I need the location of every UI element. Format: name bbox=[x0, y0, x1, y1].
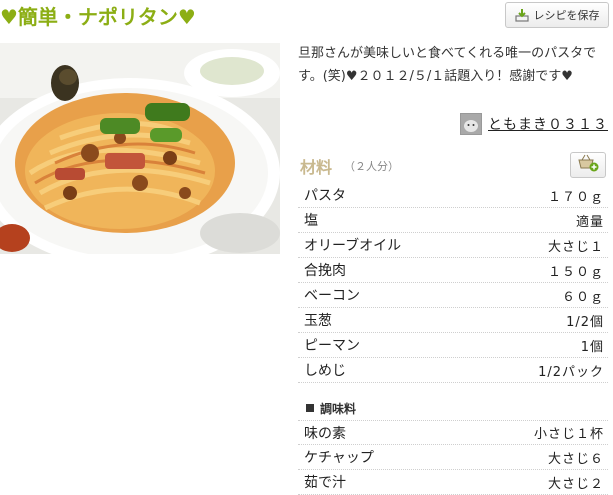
ingredient-list: パスタ １７０ｇ 塩適量 オリーブオイル 大さじ１ 合挽肉 １５０ｇ ベーコン ６０ｇ … bbox=[298, 183, 608, 383]
ingredient-row: ケチャップ 大さじ６ bbox=[298, 445, 608, 470]
ingredient-name: 味の素 bbox=[304, 425, 346, 442]
ingredient-name: しめじ bbox=[304, 363, 346, 379]
ingredient-quantity: 1/2個 bbox=[566, 314, 604, 330]
ingredient-name: 合挽肉 bbox=[304, 263, 346, 279]
seasoning-list: 味の素 小さじ１杯 ケチャップ 大さじ６ 茹で汁 大さじ２ bbox=[298, 420, 608, 495]
ingredient-quantity: ６０ｇ bbox=[561, 289, 604, 305]
ingredient-quantity: 大さじ２ bbox=[547, 476, 604, 492]
square-bullet-icon bbox=[306, 404, 314, 412]
save-recipe-label: レシピを保存 bbox=[533, 9, 600, 22]
ingredient-quantity: 適量 bbox=[575, 214, 604, 230]
basket-add-icon bbox=[577, 154, 599, 176]
ingredient-quantity: 大さじ６ bbox=[547, 451, 604, 467]
ingredient-row: ベーコン ６０ｇ bbox=[298, 283, 608, 308]
ingredient-row: オリーブオイル 大さじ１ bbox=[298, 233, 608, 258]
seasoning-heading: 調味料 bbox=[298, 396, 608, 420]
ingredient-row: ピーマン 1個 bbox=[298, 333, 608, 358]
ingredients-header: 材料 （２人分） bbox=[298, 150, 610, 182]
ingredient-quantity: 1/2パック bbox=[538, 364, 604, 380]
ingredient-row: 茹で汁 大さじ２ bbox=[298, 470, 608, 495]
ingredient-name: オリーブオイル bbox=[304, 238, 402, 254]
ingredient-quantity: １５０ｇ bbox=[547, 264, 604, 280]
ingredient-name: ケチャップ bbox=[304, 450, 374, 466]
download-icon bbox=[514, 8, 529, 22]
author-avatar[interactable] bbox=[460, 113, 482, 135]
recipe-description: 旦那さんが美味しいと食べてくれる唯一のパスタです。(笑)♥２０１２/５/１話題入… bbox=[298, 46, 597, 84]
ingredients-servings: （２人分） bbox=[344, 160, 399, 173]
ingredient-row: 玉葱 1/2個 bbox=[298, 308, 608, 333]
ingredient-name: 塩 bbox=[304, 213, 318, 229]
author[interactable]: ともまき０３１３ bbox=[460, 112, 608, 136]
ingredient-quantity: 1個 bbox=[580, 339, 604, 355]
ingredient-quantity: 小さじ１杯 bbox=[533, 427, 604, 442]
ingredients-title: 材料 bbox=[300, 158, 333, 177]
seasoning-title: 調味料 bbox=[320, 401, 357, 416]
ingredient-row: パスタ １７０ｇ bbox=[298, 183, 608, 208]
ingredient-name: ピーマン bbox=[304, 338, 360, 354]
ingredient-name: パスタ bbox=[304, 188, 346, 204]
ingredient-row: 塩 適量 bbox=[298, 208, 608, 233]
ingredient-quantity: １７０ｇ bbox=[547, 189, 604, 205]
author-name-link[interactable]: ともまき０３１３ bbox=[488, 114, 608, 134]
recipe-title: ♥簡単・ナポリタン♥ bbox=[0, 5, 196, 29]
ingredient-row: 合挽肉 １５０ｇ bbox=[298, 258, 608, 283]
ingredient-quantity: 大さじ１ bbox=[547, 239, 604, 255]
ingredient-row: しめじ 1/2パック bbox=[298, 358, 608, 383]
add-to-shopping-list-button[interactable] bbox=[570, 152, 606, 178]
save-recipe-button[interactable]: レシピを保存 bbox=[505, 2, 609, 28]
ingredient-name: ベーコン bbox=[304, 288, 360, 304]
ingredient-name: 茹で汁 bbox=[304, 475, 346, 491]
ingredient-row: 味の素 小さじ１杯 bbox=[298, 420, 608, 445]
recipe-photo bbox=[0, 43, 280, 254]
ingredient-name: 玉葱 bbox=[304, 313, 332, 329]
